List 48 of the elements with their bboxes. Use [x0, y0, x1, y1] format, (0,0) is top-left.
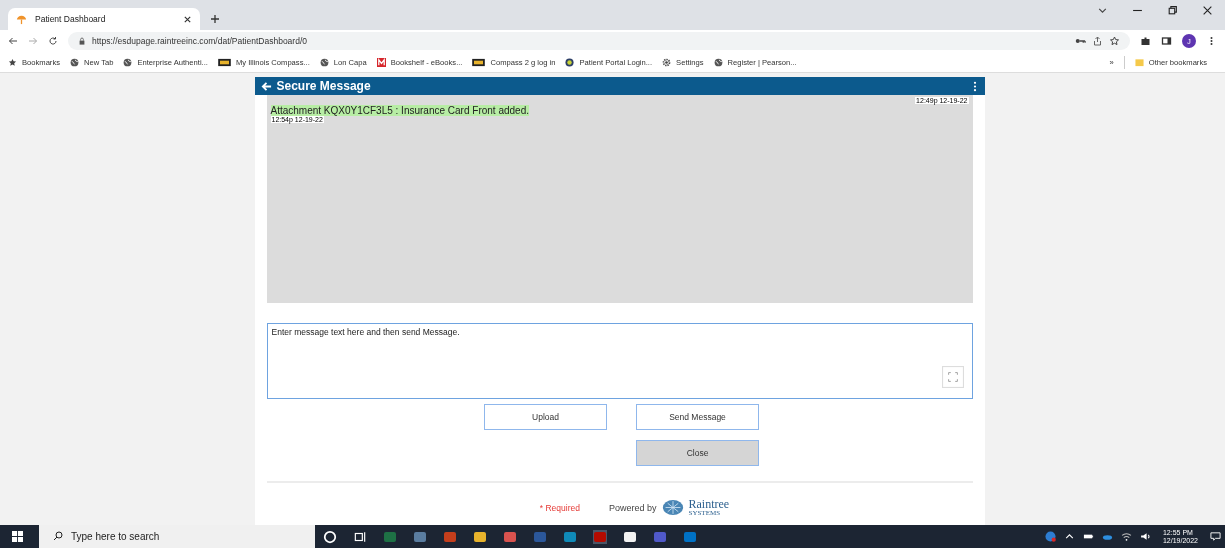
- globe-icon: [713, 57, 723, 67]
- bookmark-logo-icon: [472, 57, 486, 67]
- help-icon[interactable]: [1044, 531, 1056, 542]
- reload-icon[interactable]: [48, 36, 58, 46]
- more-icon[interactable]: [972, 80, 977, 92]
- url-text: https://esdupage.raintreeinc.com/dat/PatientDashboard/0: [92, 36, 307, 46]
- key-icon[interactable]: [1075, 36, 1086, 46]
- share-icon[interactable]: [1092, 36, 1103, 46]
- required-note: * Required: [539, 502, 580, 513]
- star-icon: [8, 57, 17, 67]
- globe-icon: [123, 57, 133, 67]
- tab-title: Patient Dashboard: [35, 14, 107, 24]
- attachment-message: Attachment KQX0Y1CF3L5 : Insurance Card Front added.: [270, 105, 529, 116]
- app-icon[interactable]: [473, 529, 487, 544]
- star-icon[interactable]: [1109, 36, 1120, 46]
- wifi-icon[interactable]: [1120, 531, 1132, 542]
- gear-icon: [662, 57, 672, 67]
- close-icon[interactable]: [183, 14, 192, 24]
- close-icon[interactable]: [1202, 4, 1213, 16]
- dialog-title: Secure Message: [276, 79, 371, 93]
- plus-icon[interactable]: [210, 14, 220, 24]
- task-view-icon[interactable]: [353, 529, 367, 544]
- windows-start-icon[interactable]: [12, 531, 23, 542]
- powered-by-text: Powered by: [609, 502, 657, 513]
- brand-name: Raintree: [688, 498, 730, 510]
- message-input-field[interactable]: Enter message text here and then send Message.: [266, 323, 973, 399]
- search-icon: [53, 531, 63, 541]
- lock-icon: [78, 37, 86, 45]
- cortana-circle-icon[interactable]: [323, 529, 337, 544]
- bookmark-logo-icon: [217, 57, 231, 67]
- umbrella-icon: [16, 13, 27, 25]
- globe-icon: [319, 57, 329, 67]
- browser-tab[interactable]: Patient Dashboard: [8, 8, 200, 30]
- address-bar[interactable]: https://esdupage.raintreeinc.com/dat/PatientDashboard/0: [68, 32, 1130, 50]
- taskbar-search-field[interactable]: Type here to search: [39, 525, 315, 548]
- bookmark-logo-icon: [376, 57, 386, 67]
- action-button[interactable]: Upload: [484, 404, 607, 430]
- action-button[interactable]: Close: [636, 440, 759, 466]
- side-panel-icon[interactable]: [1161, 36, 1172, 46]
- app-icon[interactable]: [623, 529, 637, 544]
- globe-icon: [70, 57, 79, 67]
- back-arrow-icon[interactable]: [8, 36, 18, 46]
- portal-logo-icon: [565, 57, 575, 67]
- folder-icon: [1134, 57, 1144, 67]
- restore-icon[interactable]: [1167, 4, 1178, 16]
- notification-icon[interactable]: [1210, 531, 1221, 542]
- action-button[interactable]: Send Message: [636, 404, 759, 430]
- speaker-icon[interactable]: [1139, 531, 1151, 542]
